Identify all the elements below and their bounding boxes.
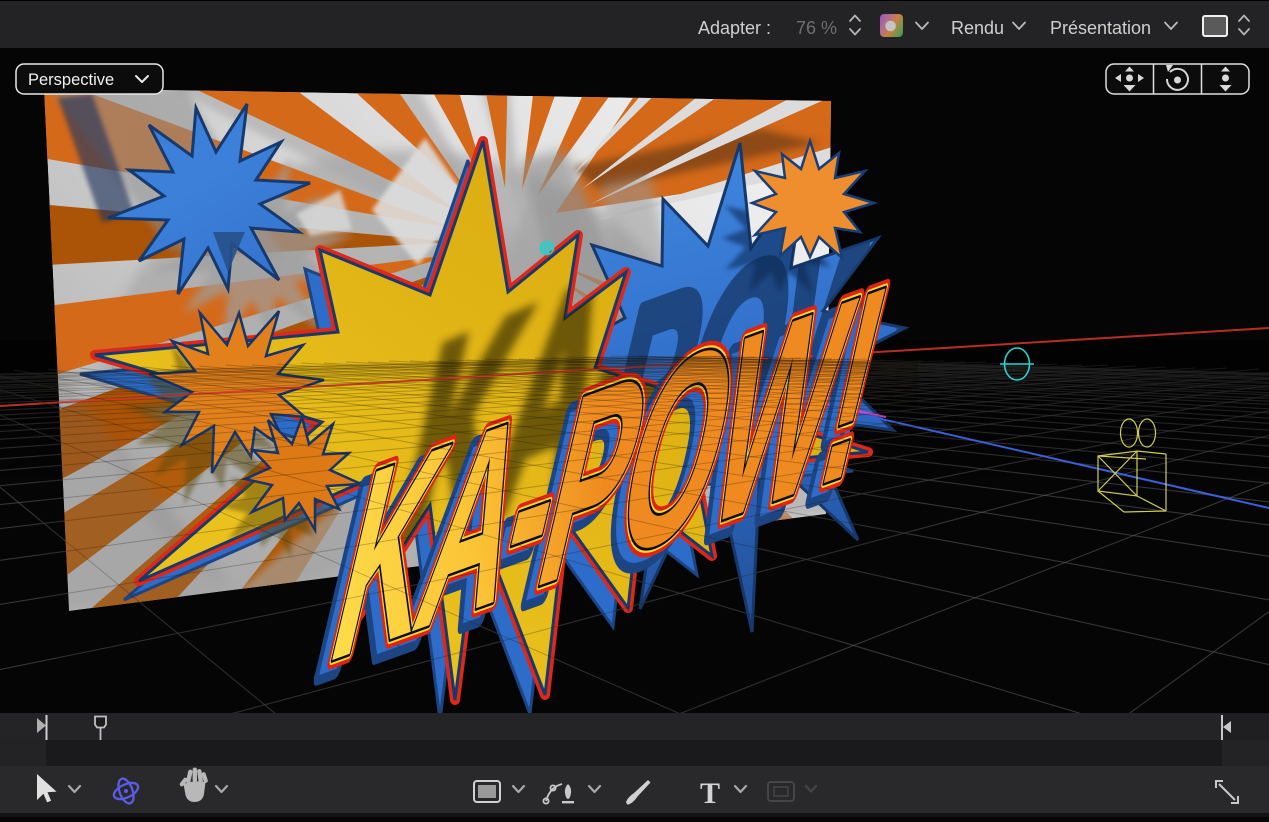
svg-text:Rendu: Rendu: [951, 18, 1004, 38]
svg-text:Présentation: Présentation: [1050, 18, 1151, 38]
svg-text:Adapter :: Adapter :: [698, 18, 771, 38]
svg-text:T: T: [700, 777, 720, 810]
svg-text:Perspective: Perspective: [28, 71, 114, 89]
svg-text:76 %: 76 %: [796, 18, 837, 38]
